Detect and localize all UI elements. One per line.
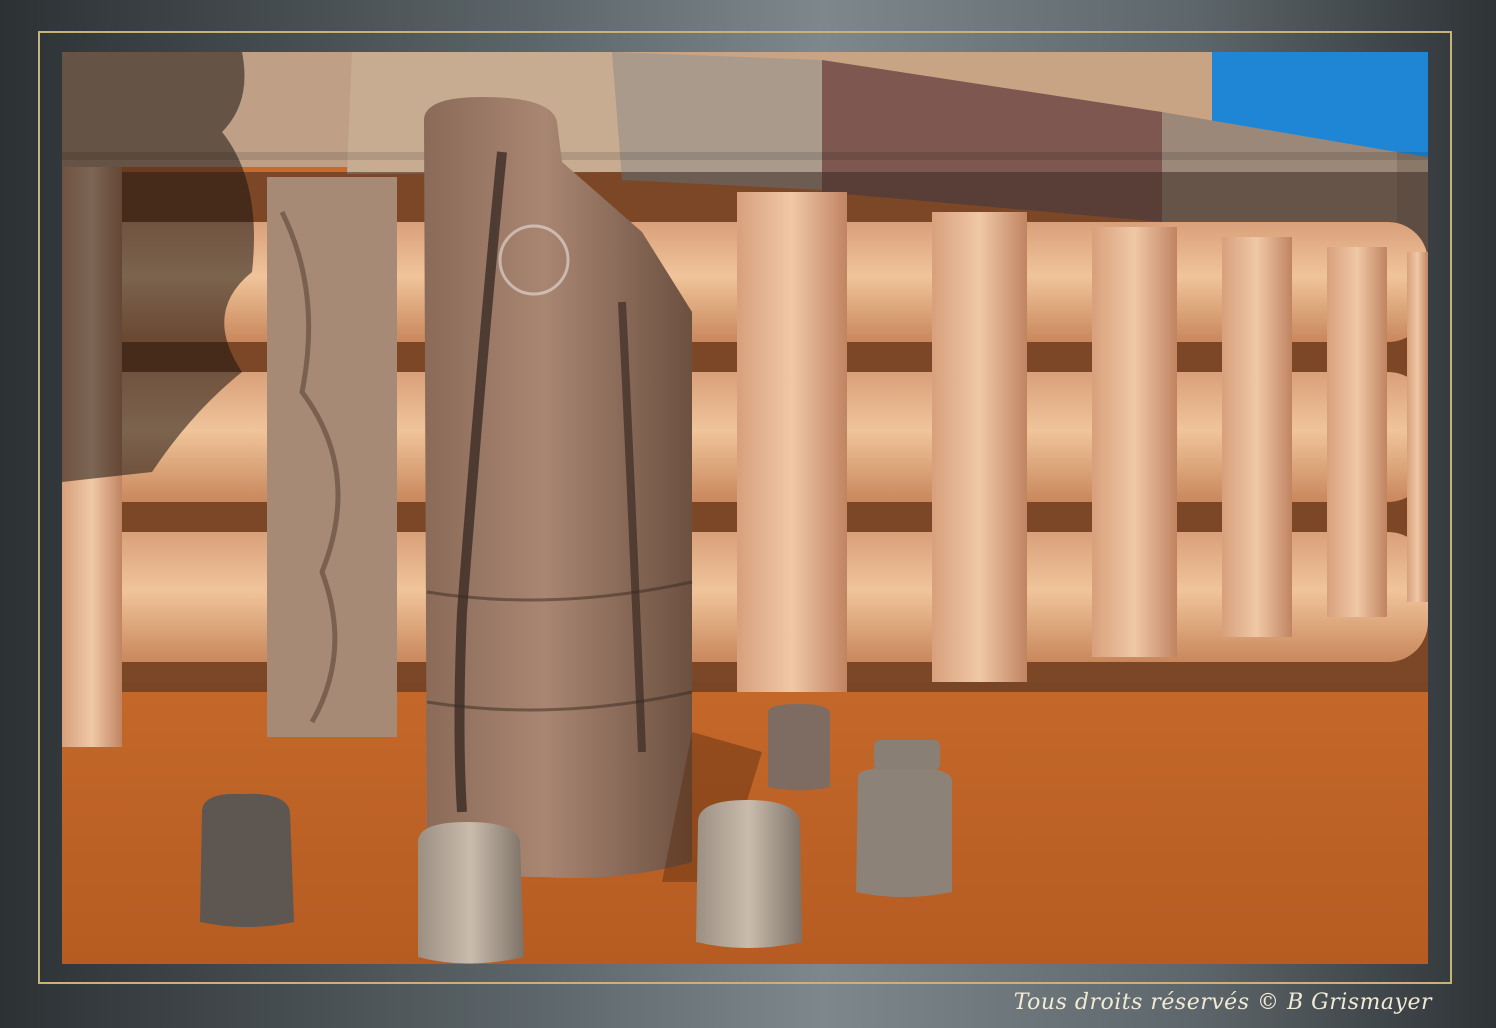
- copyright-caption: Tous droits réservés © B Grismayer: [1013, 990, 1432, 1015]
- photo-stupa-railing: [62, 52, 1428, 964]
